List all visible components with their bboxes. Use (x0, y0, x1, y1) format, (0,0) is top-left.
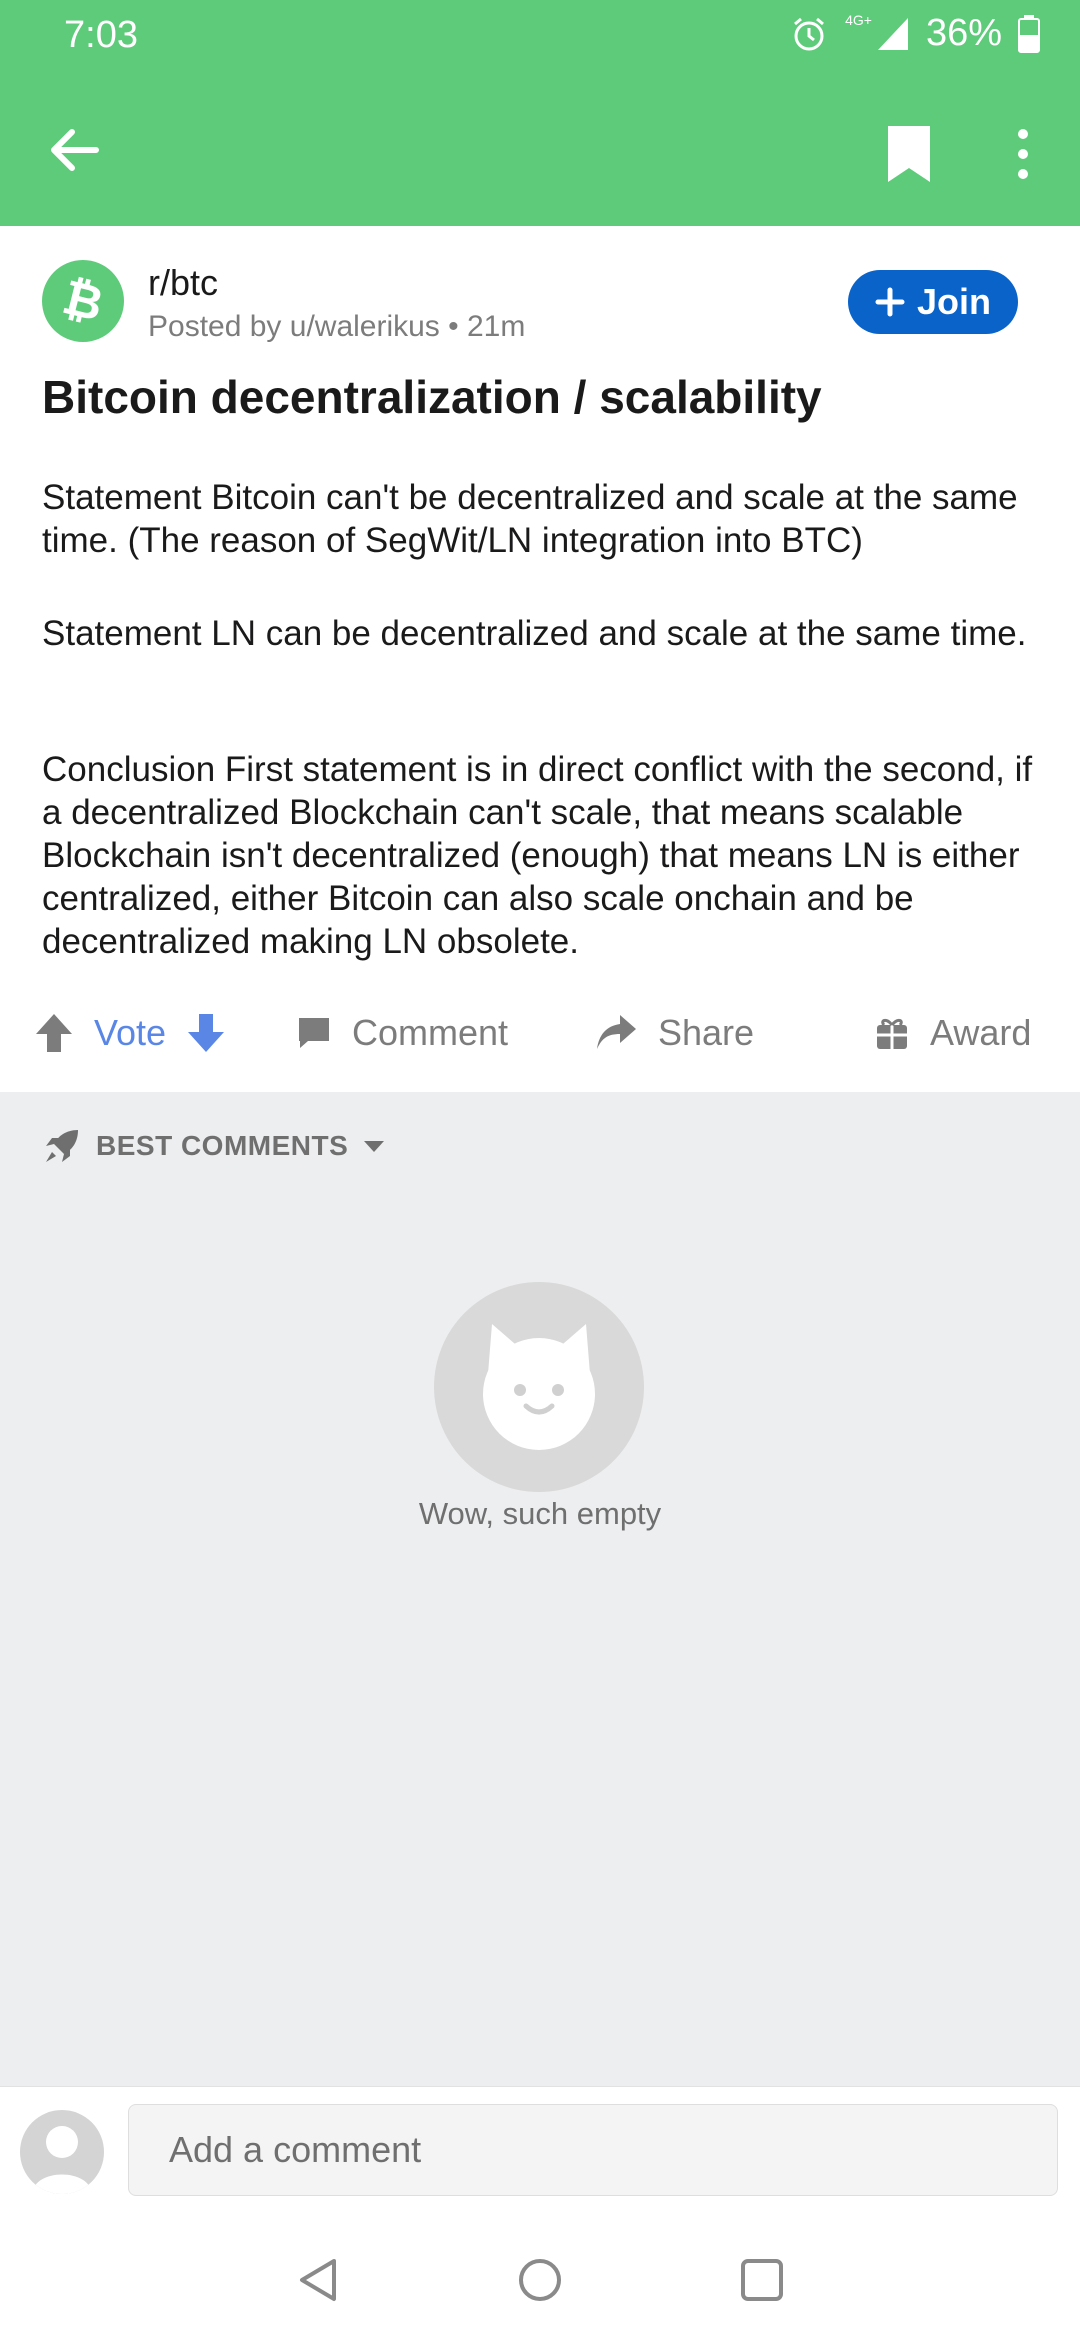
comment-icon (299, 1018, 329, 1048)
join-button[interactable]: Join (848, 270, 1018, 334)
nav-back-icon[interactable] (298, 2258, 338, 2302)
bookmark-icon[interactable] (884, 124, 934, 186)
alarm-icon (794, 17, 825, 50)
empty-state-text: Wow, such empty (418, 1496, 662, 1531)
nav-recents-icon[interactable] (740, 2258, 784, 2302)
nav-home-icon[interactable] (518, 2258, 562, 2302)
post-paragraph: Conclusion First statement is in direct … (42, 750, 1033, 961)
user-icon (32, 2126, 92, 2194)
comment-input[interactable]: Add a comment (128, 2104, 1058, 2196)
gift-icon (877, 1018, 907, 1049)
award-button[interactable]: Award (874, 1012, 1031, 1054)
comment-sort[interactable]: BEST COMMENTS (42, 1126, 386, 1166)
post-paragraph: Statement LN can be decentralized and sc… (42, 614, 1027, 653)
status-icons: 4G+ 36% (789, 12, 1040, 55)
back-arrow-icon[interactable] (44, 120, 104, 180)
empty-state-illustration (434, 1282, 644, 1492)
award-label: Award (930, 1012, 1032, 1053)
network-label: 4G+ (845, 12, 872, 28)
comment-label: Comment (352, 1012, 509, 1053)
user-avatar[interactable] (20, 2110, 104, 2194)
subreddit-name[interactable]: r/btc (148, 262, 218, 304)
share-button[interactable]: Share (594, 1012, 754, 1054)
signal-icon (877, 17, 908, 50)
more-options-icon[interactable] (1008, 126, 1038, 186)
comment-button[interactable]: Comment (296, 1012, 508, 1054)
status-time: 7:03 (64, 14, 138, 56)
upvote-icon[interactable] (34, 1012, 74, 1054)
comment-placeholder: Add a comment (169, 2129, 422, 2170)
vote-label: Vote (94, 1012, 167, 1053)
battery-percent: 36% (925, 12, 1002, 54)
post-title: Bitcoin decentralization / scalability (42, 371, 822, 423)
downvote-icon[interactable] (186, 1012, 226, 1054)
battery-icon (1018, 14, 1040, 53)
cat-face-icon (483, 1324, 595, 1450)
posted-by[interactable]: Posted by u/walerikus • 21m (148, 310, 525, 344)
sort-label: BEST COMMENTS (96, 1130, 349, 1161)
subreddit-avatar[interactable]: ₿ (42, 260, 124, 342)
vote-group: Vote (34, 1012, 226, 1054)
plus-icon (875, 287, 905, 317)
share-icon (597, 1015, 636, 1049)
bitcoin-icon: ₿ (57, 269, 109, 333)
post-paragraph: Statement Bitcoin can't be decentralized… (42, 478, 1018, 560)
dropdown-caret-icon (364, 1141, 385, 1152)
post-actions: Vote Comment Share Award (0, 1012, 1080, 1082)
system-nav-bar (0, 2210, 1080, 2340)
comments-section (0, 1092, 1080, 2086)
share-label: Share (658, 1012, 755, 1053)
rocket-icon (46, 1130, 78, 1162)
svg-text:₿: ₿ (57, 269, 109, 333)
join-label: Join (916, 281, 991, 322)
